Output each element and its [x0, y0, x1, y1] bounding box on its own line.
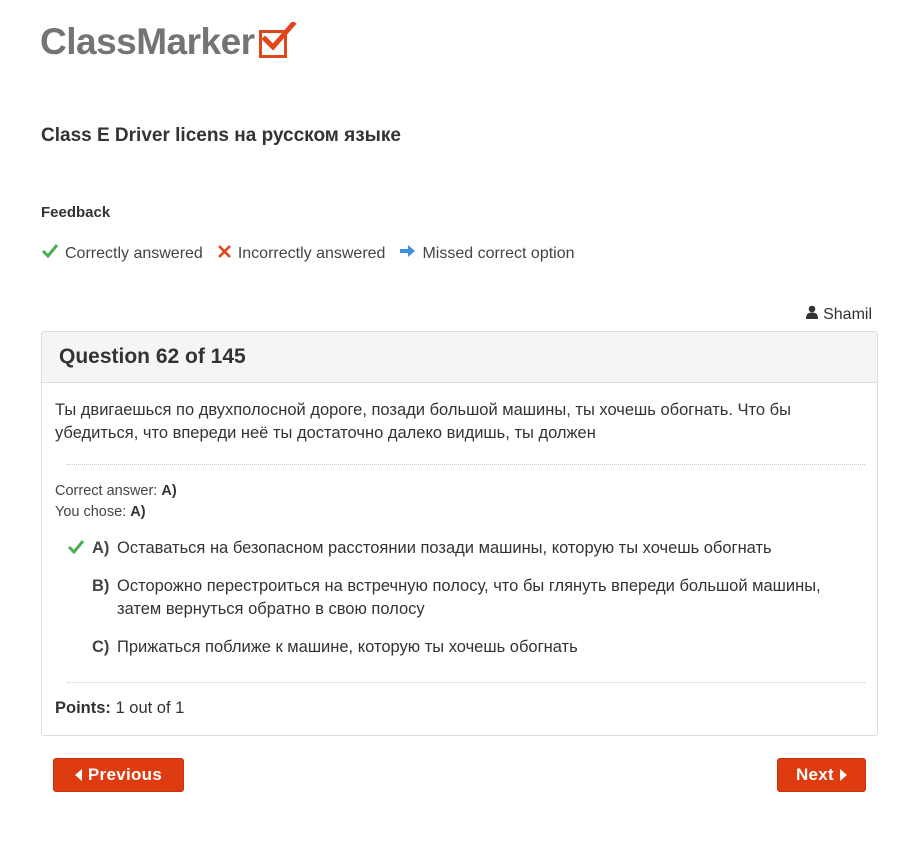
legend-correct: Correctly answered	[41, 243, 203, 264]
user-name: Shamil	[823, 305, 872, 323]
option-letter: C)	[92, 638, 110, 656]
correct-answer-value: A)	[161, 483, 177, 499]
option-letter: A)	[92, 539, 110, 557]
check-icon	[41, 243, 59, 264]
answer-option-b: B) Осторожно перестроиться на встречную …	[92, 575, 852, 621]
user-icon	[806, 305, 819, 324]
classmarker-logo: ClassMarker	[40, 20, 297, 64]
caret-right-icon	[840, 769, 848, 781]
points-value: 1 out of 1	[115, 699, 185, 717]
legend-incorrect: Incorrectly answered	[217, 244, 386, 264]
user-info: Shamil	[806, 305, 872, 324]
points-info: Points: 1 out of 1	[55, 699, 184, 718]
cross-icon	[217, 244, 232, 264]
option-text: Прижаться поближе к машине, которую ты х…	[117, 638, 578, 656]
you-chose-label: You chose:	[55, 504, 127, 520]
check-icon	[67, 539, 85, 562]
legend-missed: Missed correct option	[399, 243, 575, 264]
answer-option-c: C) Прижаться поближе к машине, которую т…	[92, 636, 852, 659]
question-title: Question 62 of 145	[59, 345, 246, 368]
answer-option-a: A) Оставаться на безопасном расстоянии п…	[67, 537, 852, 560]
next-button[interactable]: Next	[777, 758, 866, 792]
feedback-legend: Correctly answered Incorrectly answered …	[41, 243, 589, 264]
correct-answer-label: Correct answer:	[55, 483, 158, 499]
option-text: Оставаться на безопасном расстоянии поза…	[117, 539, 772, 557]
points-label: Points:	[55, 699, 111, 717]
correct-answer-info: Correct answer: A)	[55, 483, 177, 499]
logo-checkbox-icon	[258, 22, 297, 58]
option-text: Осторожно перестроиться на встречную пол…	[117, 577, 821, 618]
arrow-right-icon	[399, 243, 416, 264]
test-title: Class E Driver licens на русском языке	[41, 125, 401, 146]
question-header: Question 62 of 145	[42, 332, 877, 383]
divider	[67, 464, 865, 465]
previous-button[interactable]: Previous	[53, 758, 184, 792]
legend-label: Correctly answered	[65, 244, 203, 262]
feedback-heading: Feedback	[41, 204, 111, 221]
question-panel: Question 62 of 145 Ты двигаешься по двух…	[41, 331, 878, 736]
legend-label: Incorrectly answered	[237, 244, 386, 262]
you-chose-value: A)	[130, 504, 146, 520]
option-letter: B)	[92, 577, 110, 595]
logo-text: ClassMarker	[40, 21, 255, 62]
caret-left-icon	[74, 769, 82, 781]
you-chose-info: You chose: A)	[55, 504, 146, 520]
legend-label: Missed correct option	[422, 244, 575, 262]
question-text: Ты двигаешься по двухполосной дороге, по…	[55, 401, 791, 442]
divider	[67, 682, 865, 683]
next-label: Next	[795, 765, 835, 784]
previous-label: Previous	[87, 765, 163, 784]
